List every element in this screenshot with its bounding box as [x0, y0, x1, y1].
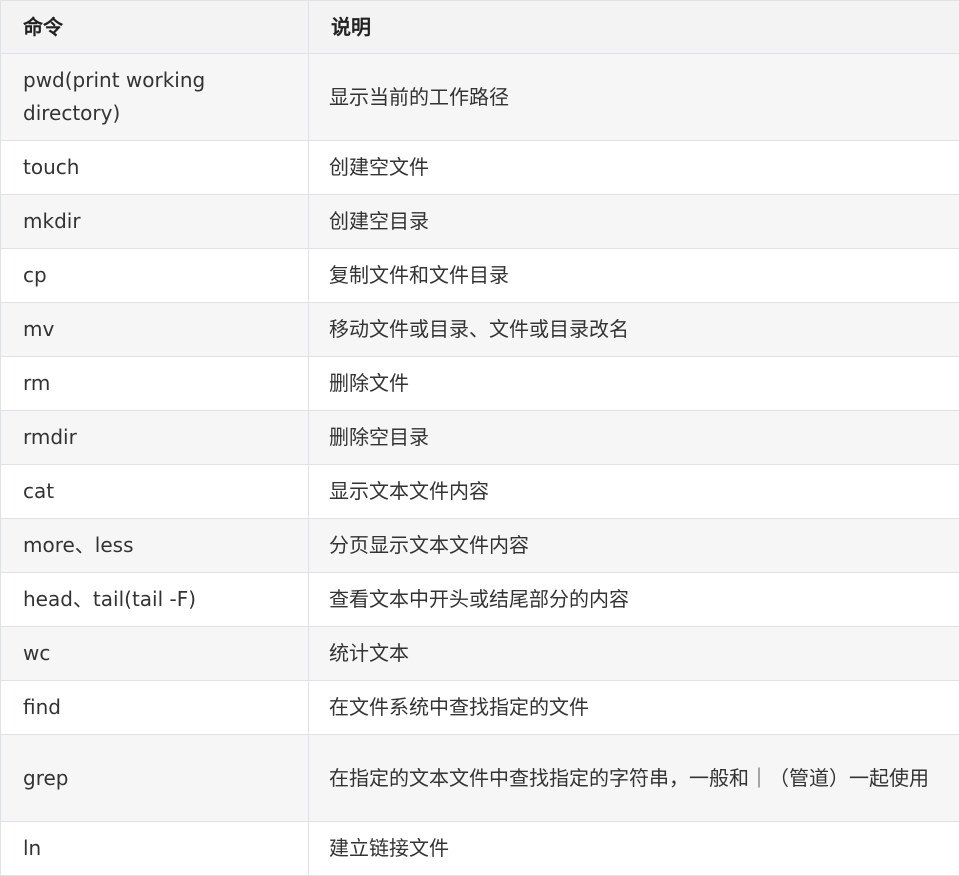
table-row: touch 创建空文件 — [1, 141, 959, 195]
description-cell: 创建空文件 — [309, 141, 959, 195]
command-cell: wc — [1, 627, 309, 681]
description-cell: 删除文件 — [309, 357, 959, 411]
table-row: rmdir 删除空目录 — [1, 411, 959, 465]
description-cell: 分页显示文本文件内容 — [309, 519, 959, 573]
description-cell: 删除空目录 — [309, 411, 959, 465]
description-cell: 在文件系统中查找指定的文件 — [309, 681, 959, 735]
description-cell: 显示当前的工作路径 — [309, 54, 959, 141]
header-command: 命令 — [1, 1, 309, 54]
table-row: mv 移动文件或目录、文件或目录改名 — [1, 303, 959, 357]
table-row: find 在文件系统中查找指定的文件 — [1, 681, 959, 735]
description-cell: 统计文本 — [309, 627, 959, 681]
table-row: cat 显示文本文件内容 — [1, 465, 959, 519]
description-cell: 建立链接文件 — [309, 822, 959, 876]
command-cell: head、tail(tail -F) — [1, 573, 309, 627]
command-cell: cp — [1, 249, 309, 303]
table-row: rm 删除文件 — [1, 357, 959, 411]
command-cell: rm — [1, 357, 309, 411]
description-cell: 在指定的文本文件中查找指定的字符串，一般和｜（管道）一起使用 — [309, 735, 959, 822]
command-cell: mv — [1, 303, 309, 357]
table-row: head、tail(tail -F) 查看文本中开头或结尾部分的内容 — [1, 573, 959, 627]
table-row: ln 建立链接文件 — [1, 822, 959, 876]
command-cell: touch — [1, 141, 309, 195]
command-cell: grep — [1, 735, 309, 822]
table-header-row: 命令 说明 — [1, 1, 959, 54]
command-cell: rmdir — [1, 411, 309, 465]
command-cell: pwd(print working directory) — [1, 54, 309, 141]
command-cell: find — [1, 681, 309, 735]
description-cell: 复制文件和文件目录 — [309, 249, 959, 303]
table-row: pwd(print working directory) 显示当前的工作路径 — [1, 54, 959, 141]
command-cell: mkdir — [1, 195, 309, 249]
command-cell: cat — [1, 465, 309, 519]
description-cell: 移动文件或目录、文件或目录改名 — [309, 303, 959, 357]
command-cell: more、less — [1, 519, 309, 573]
table-row: grep 在指定的文本文件中查找指定的字符串，一般和｜（管道）一起使用 — [1, 735, 959, 822]
command-cell: ln — [1, 822, 309, 876]
description-cell: 查看文本中开头或结尾部分的内容 — [309, 573, 959, 627]
command-table: 命令 说明 pwd(print working directory) 显示当前的… — [0, 0, 959, 876]
description-cell: 创建空目录 — [309, 195, 959, 249]
table-row: more、less 分页显示文本文件内容 — [1, 519, 959, 573]
table-row: cp 复制文件和文件目录 — [1, 249, 959, 303]
header-description: 说明 — [309, 1, 959, 54]
description-cell: 显示文本文件内容 — [309, 465, 959, 519]
table-row: wc 统计文本 — [1, 627, 959, 681]
table-row: mkdir 创建空目录 — [1, 195, 959, 249]
